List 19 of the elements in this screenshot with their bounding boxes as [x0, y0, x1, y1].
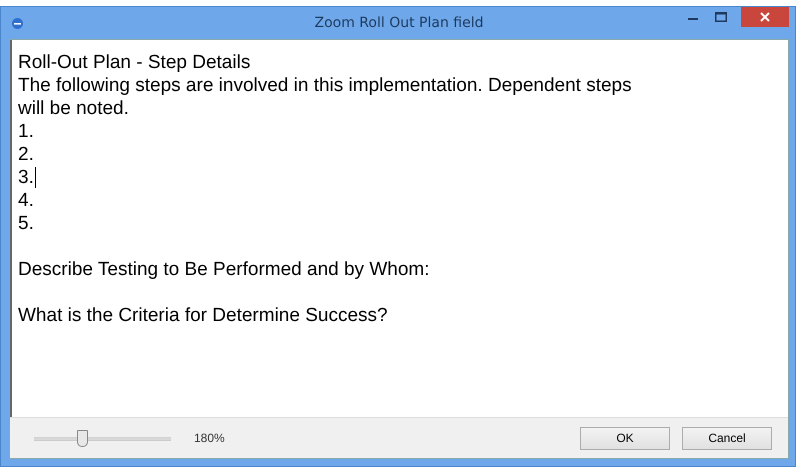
editor-line: 1. — [18, 121, 34, 142]
editor-line: What is the Criteria for Determine Success? — [18, 305, 388, 326]
close-button[interactable] — [741, 7, 789, 27]
window-title: Zoom Roll Out Plan field — [314, 15, 484, 31]
editor-line: 2. — [18, 144, 34, 165]
slider-thumb[interactable] — [77, 430, 88, 446]
editor-line: The following steps are involved in this implementation. Dependent steps will be noted. — [18, 75, 632, 119]
zoom-reading: 180% — [194, 431, 225, 445]
maximize-icon — [715, 12, 727, 22]
editor-line: 5. — [18, 213, 34, 234]
editor-line: Roll-Out Plan - Step Details — [18, 52, 250, 73]
editor-line: 3. — [18, 167, 36, 188]
cancel-button[interactable]: Cancel — [682, 426, 772, 450]
editor-line: Describe Testing to Be Performed and by Whom: — [18, 259, 430, 280]
ok-button[interactable]: OK — [580, 426, 670, 450]
editor-line: 4. — [18, 190, 34, 211]
close-icon — [760, 12, 770, 22]
app-icon — [12, 18, 23, 28]
text-editor[interactable] — [10, 40, 788, 417]
